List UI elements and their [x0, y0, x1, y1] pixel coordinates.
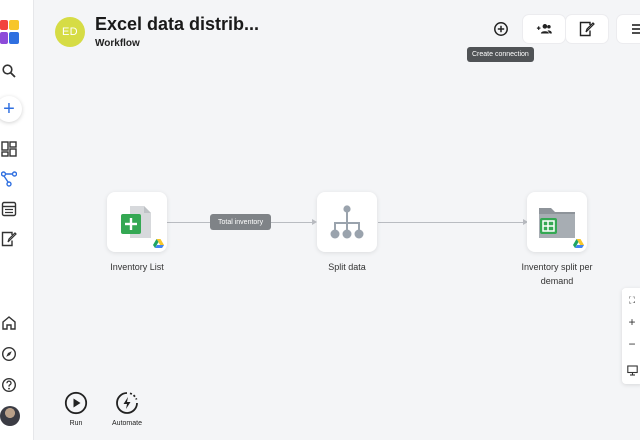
dashboard-icon[interactable] — [0, 140, 18, 158]
forms-icon[interactable] — [0, 230, 18, 248]
node-inventory-list[interactable] — [107, 192, 167, 252]
help-icon[interactable] — [0, 376, 18, 394]
fit-view-icon[interactable]: ⛶ — [622, 290, 640, 310]
node-label-line: Inventory split per — [521, 262, 593, 272]
automate-label: Automate — [112, 420, 142, 427]
add-people-icon — [536, 24, 552, 34]
zoom-in-button[interactable]: + — [622, 312, 640, 332]
screen-icon — [626, 364, 638, 376]
share-button[interactable] — [523, 15, 565, 43]
explore-icon[interactable] — [0, 345, 18, 363]
edge-label[interactable]: Total inventory — [210, 214, 272, 230]
node-label: Inventory split per demand — [507, 260, 607, 288]
tables-icon[interactable] — [0, 200, 18, 218]
sheet-file-icon — [121, 206, 151, 238]
workspace-avatar: ED — [55, 17, 85, 47]
add-circle-icon — [494, 22, 508, 36]
page-title[interactable]: Excel data distrib... — [95, 14, 259, 35]
home-icon[interactable] — [0, 314, 18, 332]
create-new-button[interactable]: + — [0, 96, 22, 122]
left-rail: + — [0, 0, 34, 440]
workflows-icon[interactable] — [0, 170, 18, 188]
node-label: Split data — [328, 262, 366, 272]
run-button[interactable]: Run — [56, 391, 96, 427]
app-logo-icon[interactable] — [0, 20, 19, 44]
search-icon[interactable] — [0, 62, 18, 80]
run-label: Run — [69, 420, 83, 427]
plus-icon: + — [3, 98, 15, 120]
node-inventory-split[interactable] — [527, 192, 587, 252]
edit-form-button[interactable] — [566, 15, 608, 43]
create-connection-button[interactable] — [480, 15, 522, 43]
connection-line[interactable] — [378, 222, 523, 223]
edit-note-icon — [579, 21, 595, 37]
node-label-line: demand — [540, 276, 574, 286]
present-mode-button[interactable] — [622, 360, 640, 380]
sheets-folder-icon — [539, 208, 575, 238]
node-split-data[interactable] — [317, 192, 377, 252]
google-drive-icon — [152, 237, 165, 250]
automate-icon — [116, 392, 138, 414]
tooltip: Create connection — [467, 47, 534, 62]
user-avatar[interactable] — [0, 406, 20, 426]
node-label: Inventory List — [110, 262, 164, 272]
hamburger-menu-icon — [632, 24, 640, 34]
automate-button[interactable]: Automate — [107, 391, 147, 427]
google-drive-icon — [572, 237, 585, 250]
menu-button[interactable] — [617, 15, 640, 43]
page-subtitle: Workflow — [95, 38, 140, 49]
play-icon — [64, 391, 88, 415]
zoom-out-button[interactable]: − — [622, 334, 640, 354]
hierarchy-split-icon — [330, 205, 364, 239]
